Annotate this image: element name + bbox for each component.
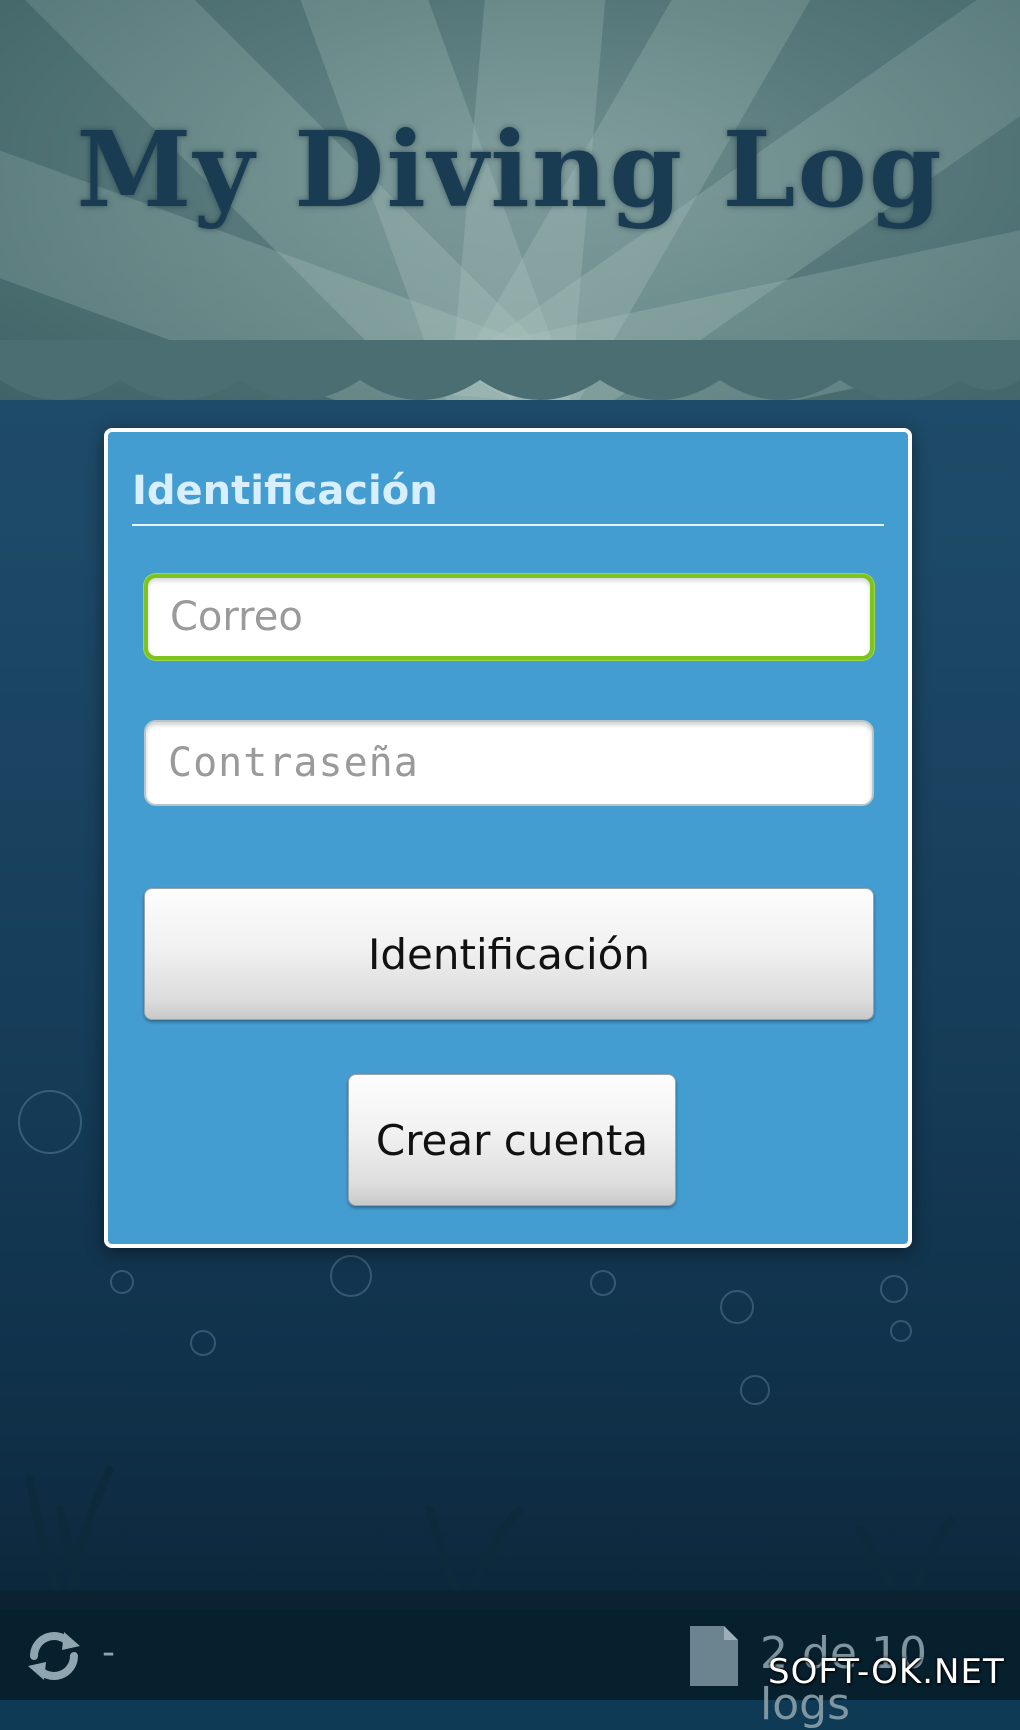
dialog-title: Identificación — [132, 468, 438, 514]
bubble — [890, 1320, 912, 1342]
app-title: My Diving Log — [76, 108, 944, 231]
title-divider — [132, 524, 884, 526]
email-field[interactable] — [144, 574, 874, 660]
bubble — [190, 1330, 216, 1356]
create-account-button[interactable]: Crear cuenta — [348, 1074, 676, 1206]
sync-icon[interactable] — [22, 1626, 86, 1686]
watermark: SOFT-OK.NET — [768, 1652, 1005, 1692]
bubble — [590, 1270, 616, 1296]
login-dialog: Identificación Identificación Crear cuen… — [104, 428, 912, 1248]
wave-scallops — [0, 340, 1020, 400]
bubble — [110, 1270, 134, 1294]
sync-status: - — [102, 1632, 115, 1673]
bubble — [740, 1375, 770, 1405]
bubble — [880, 1275, 908, 1303]
seaweed — [26, 1466, 954, 1600]
password-field[interactable] — [144, 720, 874, 806]
bubble — [720, 1290, 754, 1324]
document-icon — [690, 1626, 738, 1686]
login-button[interactable]: Identificación — [144, 888, 874, 1020]
bubble — [330, 1255, 372, 1297]
bubble — [18, 1090, 82, 1154]
